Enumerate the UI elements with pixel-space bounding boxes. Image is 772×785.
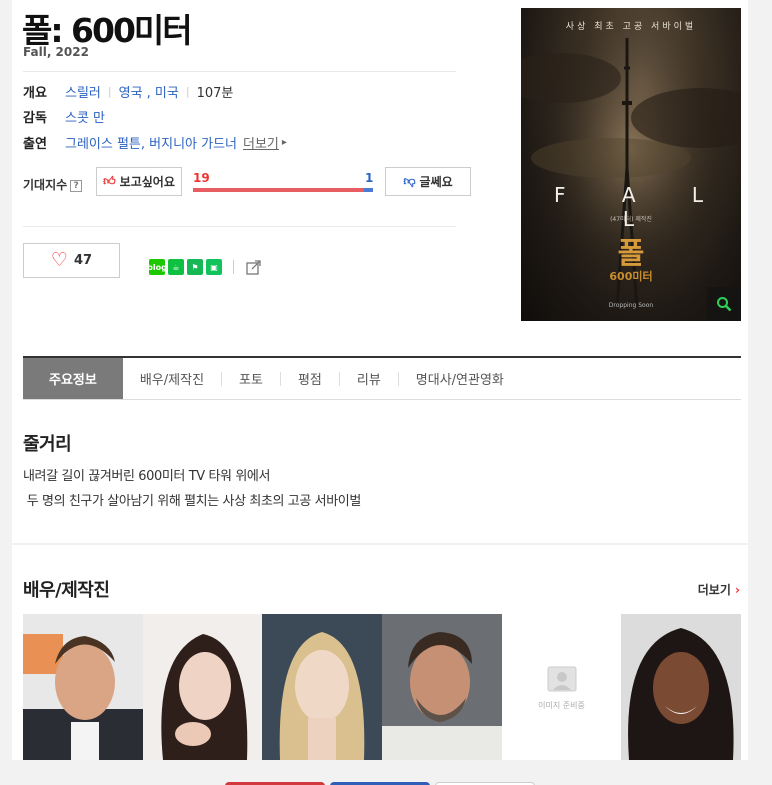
cast-photo-image [382, 614, 502, 760]
info-overview-row: 개요 스릴러 | 영국 , 미국 | 107분 [23, 82, 233, 101]
cast-photo-image [23, 614, 143, 760]
bookmark-icon[interactable]: ⚑ [187, 259, 203, 275]
share-icon[interactable] [245, 258, 263, 276]
separator: | [107, 85, 112, 98]
chevron-right-icon: › [735, 583, 740, 597]
blog-icon[interactable]: blog [147, 259, 167, 275]
country-link[interactable]: 영국 , 미국 [119, 82, 179, 101]
cafe-icon[interactable]: ☕ [168, 259, 184, 275]
cast-photo[interactable] [382, 614, 502, 760]
chevron-right-icon: ▸ [281, 137, 287, 148]
thumbs-up-icon: 👍︎ [103, 174, 116, 188]
cast-more-link[interactable]: 더보기 › [698, 581, 740, 598]
bottom-action-bar [0, 766, 772, 785]
want-count: 19 [193, 171, 210, 185]
poster-title-ko: 폴 [617, 236, 645, 270]
like-button[interactable]: ♡ 47 [23, 243, 120, 278]
no-image-text: 이미지 준비중 [538, 700, 585, 710]
cast-photo-list: 이미지 준비중 [23, 614, 742, 760]
cast-heading: 배우/제작진 [23, 580, 110, 601]
cast-link[interactable]: 그레이스 펄튼, 버지니아 가드너 [65, 133, 237, 152]
cast-photo[interactable] [262, 614, 383, 760]
share-bar: blog ☕ ⚑ ▣ [147, 258, 263, 276]
tab-cast-crew[interactable]: 배우/제작진 [123, 358, 221, 399]
poster-credit: (47미터) 제작진 [610, 216, 652, 223]
divider [23, 226, 456, 227]
cast-photo-placeholder[interactable]: 이미지 준비중 [501, 614, 622, 760]
synopsis-line: 두 명의 친구가 살아남기 위해 펼치는 사상 최초의 고공 서바이벌 [23, 494, 362, 509]
separator: | [185, 85, 190, 98]
genre-link[interactable]: 스릴러 [65, 82, 101, 101]
cast-photo[interactable] [142, 614, 263, 760]
cast-crew-card: 배우/제작진 더보기 › 이미지 준비중 [12, 545, 748, 760]
tab-ratings[interactable]: 평점 [281, 358, 339, 399]
director-label: 감독 [23, 111, 47, 126]
cast-photo-image [262, 614, 383, 760]
band-icon[interactable]: ▣ [206, 259, 222, 275]
separator [233, 260, 234, 274]
cast-photo[interactable] [621, 614, 742, 760]
cast-more-link[interactable]: 더보기 [243, 133, 279, 152]
divider [23, 71, 456, 72]
expectation-bar [193, 188, 373, 192]
expectation-label: 기대지수? [23, 176, 83, 193]
info-director-row: 감독 스콧 만 [23, 107, 105, 126]
synopsis-text: 내려갈 길이 끊겨버린 600미터 TV 타워 위에서 두 명의 친구가 살아남… [23, 464, 361, 514]
director-link[interactable]: 스콧 만 [65, 107, 105, 126]
expectation-bar-fill [193, 188, 364, 192]
info-cast-row: 출연 그레이스 펄튼, 버지니아 가드너 더보기 ▸ [23, 133, 287, 152]
cast-photo-image [142, 614, 263, 760]
overview-label: 개요 [23, 86, 47, 101]
not-sure-button[interactable]: 👎︎ 글쎄요 [385, 167, 471, 196]
like-count: 47 [73, 253, 93, 268]
tab-photos[interactable]: 포토 [222, 358, 280, 399]
tab-quotes-related[interactable]: 명대사/연관영화 [399, 358, 521, 399]
want-to-see-button[interactable]: 👍︎ 보고싶어요 [96, 167, 182, 196]
poster-title-en: F A L L [553, 183, 729, 231]
synopsis-heading: 줄거리 [23, 434, 72, 455]
tab-main-info[interactable]: 주요정보 [23, 358, 123, 399]
poster-tagline: 사상 최초 고공 서바이벌 [565, 22, 697, 32]
tab-reviews[interactable]: 리뷰 [340, 358, 398, 399]
synopsis-line: 내려갈 길이 끊겨버린 600미터 TV 타워 위에서 [23, 469, 271, 484]
meh-button-label: 글쎄요 [419, 175, 453, 189]
cast-photo[interactable] [23, 614, 143, 760]
movie-info-card: 폴: 600미터 Fall, 2022 개요 스릴러 | 영국 , 미국 | 1… [12, 0, 748, 543]
movie-poster[interactable]: 사상 최초 고공 서바이벌 F A L L (47미터) 제작진 폴 600미터… [521, 8, 741, 321]
want-button-label: 보고싶어요 [119, 175, 175, 189]
tab-bar: 주요정보 배우/제작진 포토 평점 리뷰 명대사/연관영화 [23, 356, 741, 400]
heart-icon: ♡ [50, 249, 68, 271]
zoom-button[interactable] [707, 287, 741, 321]
runtime: 107분 [196, 86, 234, 101]
thumbs-down-icon: 👎︎ [403, 174, 416, 188]
help-icon[interactable]: ? [70, 179, 83, 192]
image-placeholder-icon [547, 666, 577, 691]
poster-subtitle-ko: 600미터 [609, 270, 653, 283]
cast-photo-image [621, 614, 742, 760]
cast-label: 출연 [23, 137, 47, 152]
movie-subtitle: Fall, 2022 [23, 45, 89, 59]
search-icon [717, 297, 732, 312]
meh-count: 1 [365, 171, 374, 185]
